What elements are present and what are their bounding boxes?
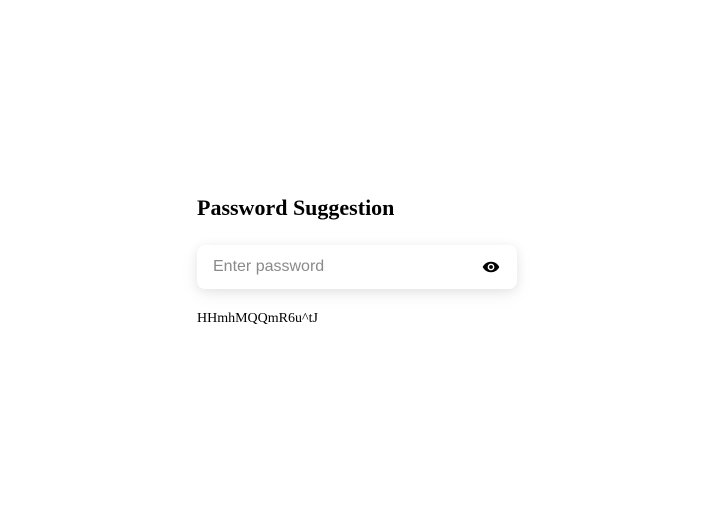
password-suggestion-widget: Password Suggestion HHmhMQQmR6u^tJ <box>197 195 517 327</box>
eye-icon[interactable] <box>481 257 501 277</box>
password-input-wrapper <box>197 245 517 289</box>
password-input[interactable] <box>213 258 469 276</box>
page-title: Password Suggestion <box>197 195 517 221</box>
password-suggestion-text: HHmhMQQmR6u^tJ <box>197 311 517 327</box>
